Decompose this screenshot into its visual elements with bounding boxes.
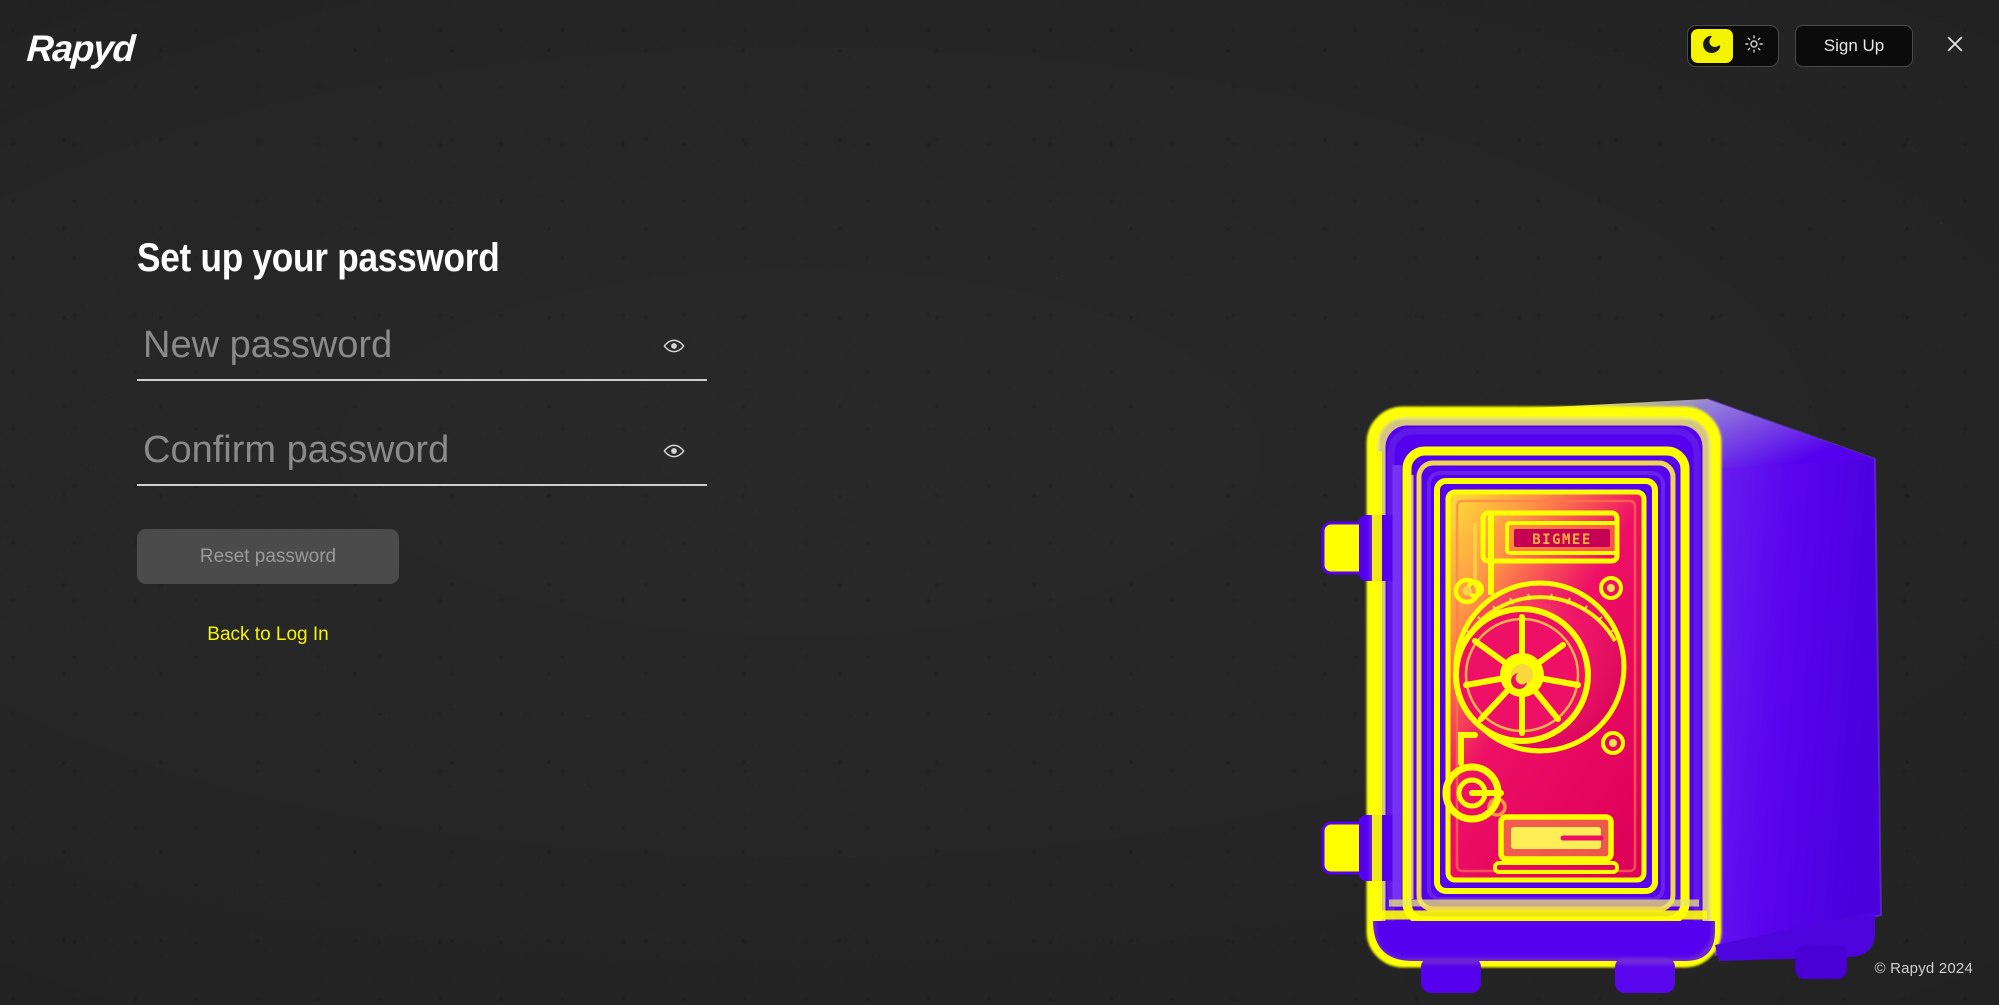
toggle-new-password-visibility[interactable] [659,333,689,363]
eye-icon [662,334,686,363]
theme-toggle[interactable] [1687,25,1779,67]
theme-option-light[interactable] [1733,29,1775,63]
close-button[interactable] [1937,28,1973,64]
moon-icon [1701,33,1723,60]
reset-password-button[interactable]: Reset password [137,529,399,584]
toggle-confirm-password-visibility[interactable] [659,438,689,468]
header-actions: Sign Up [1687,25,1973,67]
copyright-text: © Rapyd 2024 [1874,960,1973,977]
eye-icon [662,439,686,468]
back-to-login-link[interactable]: Back to Log In [137,624,399,646]
safe-display-text: BIGMEE [1532,532,1592,548]
theme-option-dark[interactable] [1691,29,1733,63]
confirm-password-input[interactable] [137,424,707,486]
close-icon [1944,33,1966,60]
rapyd-logo[interactable]: Rapyd [26,28,136,70]
confirm-password-field [137,424,707,486]
sun-icon [1744,34,1764,59]
login-screen: Rapyd Sign Up Set up your password Reset… [0,0,1999,1005]
page-title: Set up your password [137,236,500,280]
new-password-field [137,319,707,381]
password-form: Set up your password Reset password Back… [137,236,717,646]
sign-up-button[interactable]: Sign Up [1795,25,1913,67]
thermal-safe-illustration: BIGMEE [1315,355,1955,1005]
new-password-input[interactable] [137,319,707,381]
